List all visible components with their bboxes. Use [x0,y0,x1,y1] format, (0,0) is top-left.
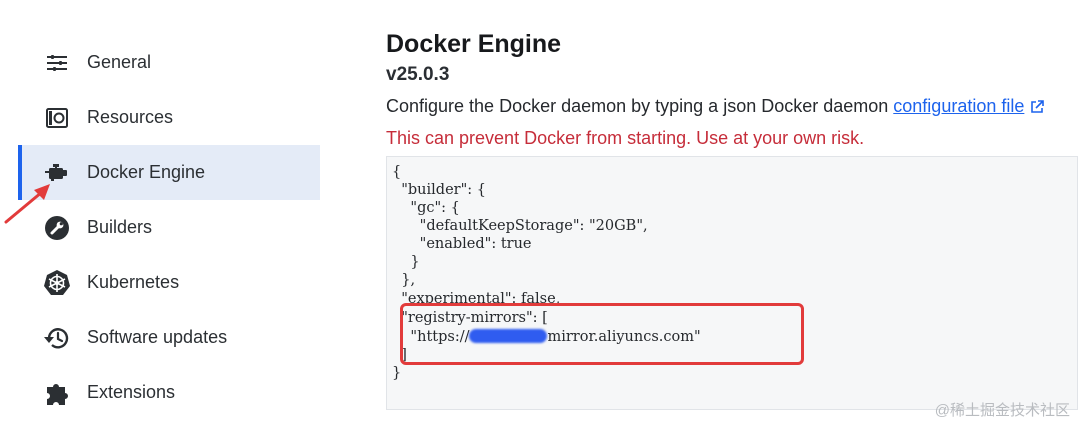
page-title: Docker Engine [386,30,562,58]
annotation-arrow [4,184,50,224]
code-line: { [392,164,402,180]
code-line: "defaultKeepStorage": "20GB", [392,218,648,234]
sliders-icon [42,49,72,77]
sidebar-item-builders[interactable]: Builders [18,200,320,255]
sidebar-item-label: Builders [87,217,153,237]
engine-version: v25.0.3 [386,64,450,85]
description-text: Configure the Docker daemon by typing a … [386,96,894,116]
sidebar-item-software-updates[interactable]: Software updates [18,310,320,365]
sidebar-item-resources[interactable]: Resources [18,90,320,145]
json-config-editor[interactable]: { "builder": { "gc": { "defaultKeepStora… [386,156,1078,410]
sidebar-item-label: Software updates [87,327,228,347]
sidebar-item-label: Kubernetes [87,272,180,292]
puzzle-icon [42,379,72,407]
watermark: @稀土掘金技术社区 [934,402,1070,419]
sidebar-item-general[interactable]: General [18,35,320,90]
sidebar-item-label: Extensions [87,382,176,402]
sidebar-item-kubernetes[interactable]: Kubernetes [18,255,320,310]
code-line: } [392,365,402,381]
sidebar-item-label: Resources [87,107,174,127]
kubernetes-icon [42,269,72,297]
sidebar-item-label: Docker Engine [87,162,206,182]
external-link-icon[interactable] [1030,98,1045,119]
code-line: } [392,254,420,270]
annotation-highlight-box [400,303,804,365]
code-line: "enabled": true [392,236,532,252]
sidebar-item-docker-engine[interactable]: Docker Engine [18,145,320,200]
code-line: "builder": { [392,182,486,198]
sidebar-item-extensions[interactable]: Extensions [18,365,320,420]
sidebar-item-label: General [87,52,152,72]
configuration-file-link[interactable]: configuration file [893,96,1024,116]
history-icon [42,324,72,352]
warning-text: This can prevent Docker from starting. U… [386,128,865,148]
resources-icon [42,104,72,132]
code-line: "gc": { [392,200,460,216]
code-line: }, [392,272,416,288]
description: Configure the Docker daemon by typing a … [386,96,1045,119]
